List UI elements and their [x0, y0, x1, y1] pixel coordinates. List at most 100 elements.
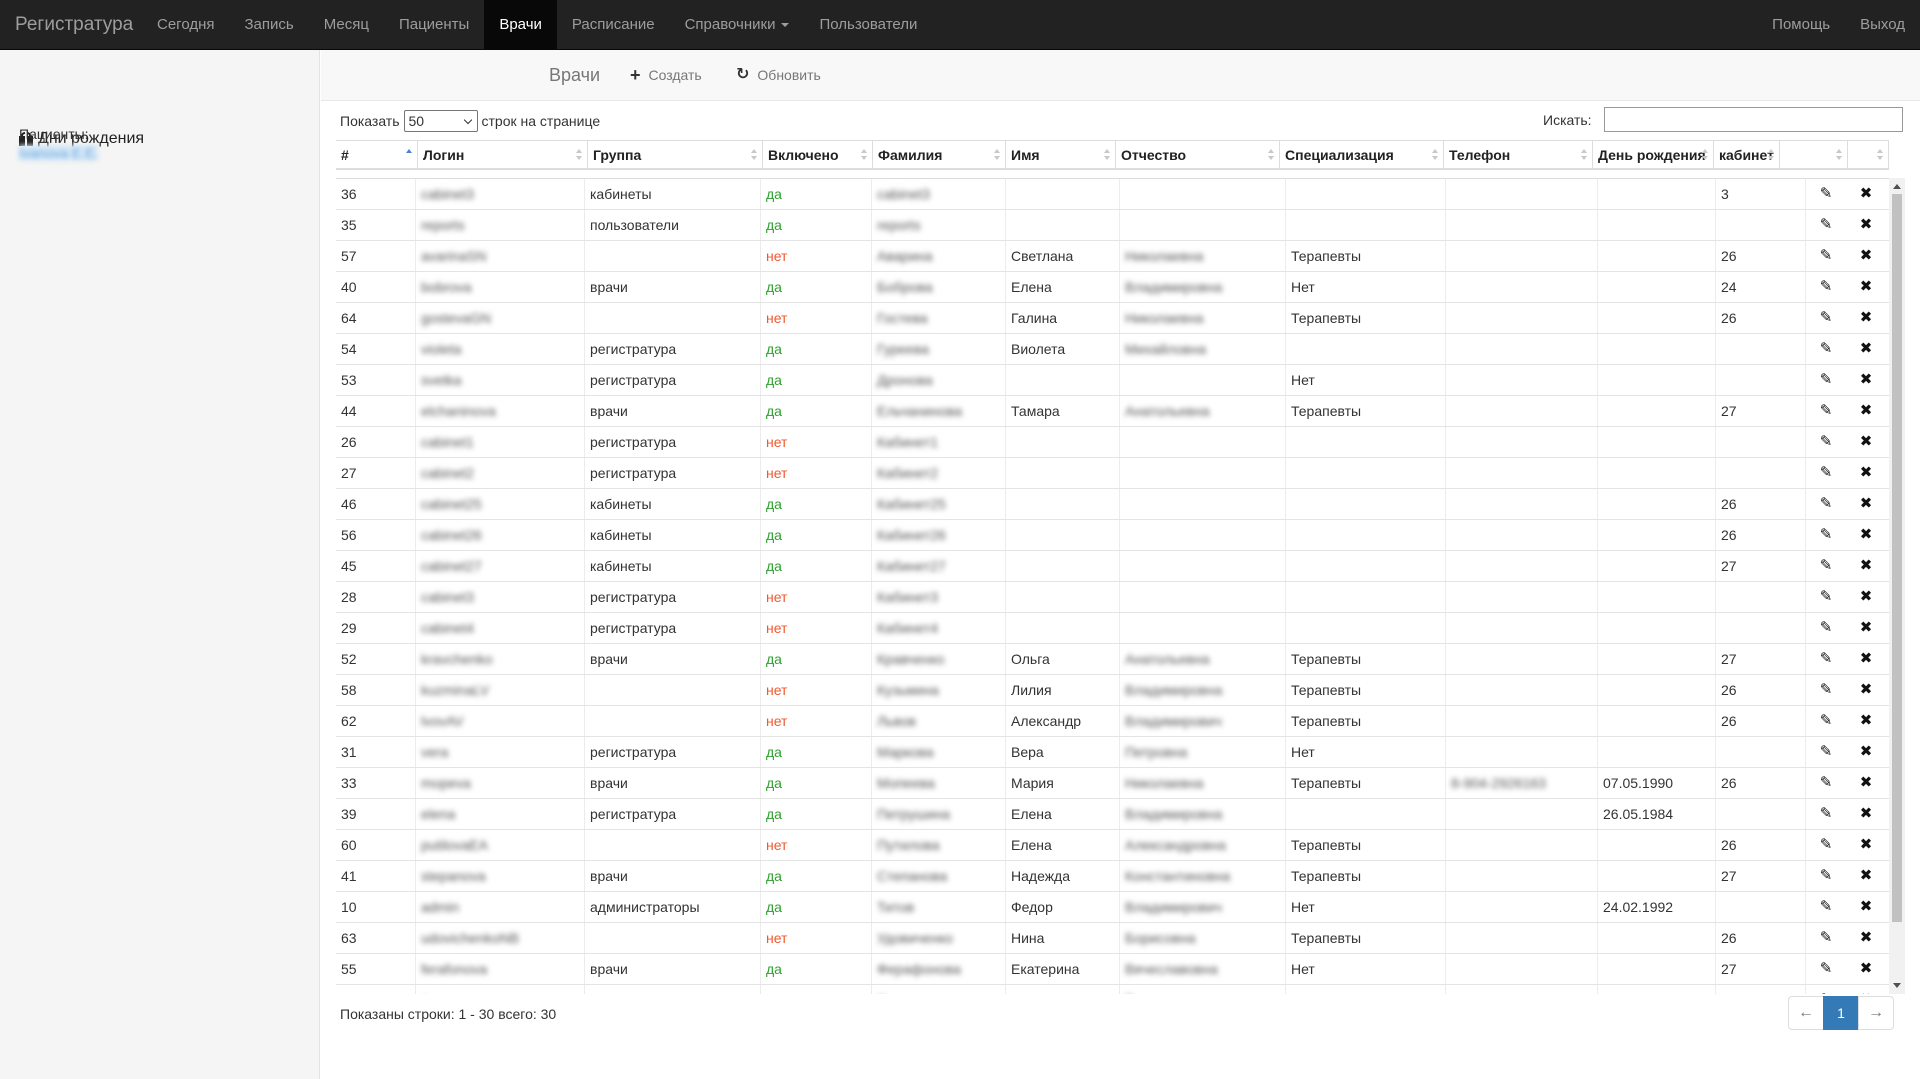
pencil-icon[interactable]: ✎ [1806, 892, 1846, 922]
nav-patients[interactable]: Пациенты [384, 0, 484, 50]
pencil-icon[interactable]: ✎ [1806, 768, 1846, 798]
page-1-button[interactable]: 1 [1823, 996, 1859, 1030]
page-size-select[interactable]: 50 [403, 110, 478, 132]
table-row[interactable]: 57 avarinaSN нет Аварина Светлана Николаевна Т… [336, 241, 1889, 272]
pencil-icon[interactable]: ✎ [1806, 396, 1846, 426]
th-3[interactable]: Группа [588, 141, 763, 169]
table-row[interactable]: 62 lvovAV нет Львов Александр Владимирович Тер… [336, 706, 1889, 737]
nav-logout[interactable]: Выход [1845, 0, 1920, 50]
scrollbar-thumb[interactable] [1892, 194, 1902, 922]
table-row[interactable]: 46 cabinet25 кабинеты да Кабинет25 26 ✎ ✖ [336, 489, 1889, 520]
remove-icon[interactable]: ✖ [1846, 272, 1886, 302]
table-row[interactable]: 29 cabinet4 регистратура нет Кабинет4 ✎ ✖ [336, 613, 1889, 644]
pencil-icon[interactable]: ✎ [1806, 489, 1846, 519]
remove-icon[interactable]: ✖ [1846, 458, 1886, 488]
pencil-icon[interactable]: ✎ [1806, 551, 1846, 581]
pencil-icon[interactable]: ✎ [1806, 427, 1846, 457]
pencil-icon[interactable]: ✎ [1806, 644, 1846, 674]
nav-appointment[interactable]: Запись [230, 0, 309, 50]
pencil-icon[interactable]: ✎ [1806, 861, 1846, 891]
next-page-button[interactable]: → [1858, 996, 1894, 1030]
table-row[interactable]: 55 ferafonova врачи да Ферафонова Екатерина Вя… [336, 954, 1889, 985]
prev-page-button[interactable]: ← [1788, 996, 1824, 1030]
remove-icon[interactable]: ✖ [1846, 892, 1886, 922]
remove-icon[interactable]: ✖ [1846, 582, 1886, 612]
pencil-icon[interactable]: ✎ [1806, 303, 1846, 333]
pencil-icon[interactable]: ✎ [1806, 458, 1846, 488]
pencil-icon[interactable]: ✎ [1806, 954, 1846, 984]
table-row[interactable]: 52 kravchenko врачи да Кравченко Ольга Анатоль… [336, 644, 1889, 675]
pencil-icon[interactable]: ✎ [1806, 985, 1846, 994]
remove-icon[interactable]: ✖ [1846, 985, 1886, 994]
table-row[interactable]: 53 svetka регистратура да Дронова Нет ✎ ✖ [336, 365, 1889, 396]
pencil-icon[interactable]: ✎ [1806, 272, 1846, 302]
table-row[interactable]: 33 mopeva врачи да Мопеева Мария Николаевна Тер… [336, 768, 1889, 799]
remove-icon[interactable]: ✖ [1846, 737, 1886, 767]
remove-icon[interactable]: ✖ [1846, 334, 1886, 364]
remove-icon[interactable]: ✖ [1846, 675, 1886, 705]
remove-icon[interactable]: ✖ [1846, 613, 1886, 643]
remove-icon[interactable]: ✖ [1846, 644, 1886, 674]
refresh-button[interactable]: ↻ Обновить [736, 67, 821, 84]
pencil-icon[interactable]: ✎ [1806, 241, 1846, 271]
pencil-icon[interactable]: ✎ [1806, 613, 1846, 643]
table-row[interactable]: 63 udovichenkoNB нет Удовиченко Нина Борисовн… [336, 923, 1889, 954]
pencil-icon[interactable]: ✎ [1806, 675, 1846, 705]
th-1[interactable]: # [336, 141, 418, 169]
nav-help[interactable]: Помощь [1757, 0, 1845, 50]
pencil-icon[interactable]: ✎ [1806, 520, 1846, 550]
nav-month[interactable]: Месяц [309, 0, 384, 50]
table-row[interactable]: 36 cabinet3 кабинеты да cabinet3 3 ✎ ✖ [336, 179, 1889, 210]
pencil-icon[interactable]: ✎ [1806, 365, 1846, 395]
remove-icon[interactable]: ✖ [1846, 427, 1886, 457]
remove-icon[interactable]: ✖ [1846, 830, 1886, 860]
nav-schedule[interactable]: Расписание [557, 0, 670, 50]
remove-icon[interactable]: ✖ [1846, 954, 1886, 984]
birthday-patient-link[interactable]: Ivanova E.E. [19, 145, 99, 161]
nav-today[interactable]: Сегодня [142, 0, 230, 50]
pencil-icon[interactable]: ✎ [1806, 706, 1846, 736]
th-12[interactable] [1780, 141, 1848, 169]
nav-doctors[interactable]: Врачи [484, 0, 557, 50]
table-row[interactable]: 28 cabinet3 регистратура нет Кабинет3 ✎ ✖ [336, 582, 1889, 613]
table-row[interactable]: 39 elena регистратура да Петрушина Елена Влади… [336, 799, 1889, 830]
table-row[interactable]: 27 cabinet2 регистратура нет Кабинет2 ✎ ✖ [336, 458, 1889, 489]
remove-icon[interactable]: ✖ [1846, 303, 1886, 333]
brand[interactable]: Регистратура [15, 0, 133, 50]
scroll-down-icon[interactable] [1893, 983, 1901, 988]
th-5[interactable]: Фамилия [873, 141, 1006, 169]
pencil-icon[interactable]: ✎ [1806, 179, 1846, 209]
remove-icon[interactable]: ✖ [1846, 799, 1886, 829]
th-9[interactable]: Телефон [1444, 141, 1593, 169]
th-8[interactable]: Специализация [1280, 141, 1444, 169]
pencil-icon[interactable]: ✎ [1806, 923, 1846, 953]
remove-icon[interactable]: ✖ [1846, 241, 1886, 271]
nav-users[interactable]: Пользователи [804, 0, 932, 50]
th-6[interactable]: Имя [1006, 141, 1116, 169]
create-button[interactable]: + Создать [630, 66, 702, 84]
th-11[interactable]: кабинет [1714, 141, 1780, 169]
th-7[interactable]: Отчество [1116, 141, 1280, 169]
pencil-icon[interactable]: ✎ [1806, 830, 1846, 860]
th-10[interactable]: День рождения [1593, 141, 1714, 169]
th-4[interactable]: Включено [763, 141, 873, 169]
table-row[interactable]: 45 cabinet27 кабинеты да Кабинет27 27 ✎ ✖ [336, 551, 1889, 582]
nav-references[interactable]: Справочники [670, 0, 805, 50]
remove-icon[interactable]: ✖ [1846, 210, 1886, 240]
pencil-icon[interactable]: ✎ [1806, 210, 1846, 240]
table-row[interactable]: 40 bobrova врачи да Боброва Елена Владимировна… [336, 272, 1889, 303]
table-row[interactable]: 35 reports пользователи да reports ✎ ✖ [336, 210, 1889, 241]
pencil-icon[interactable]: ✎ [1806, 334, 1846, 364]
scroll-up-icon[interactable] [1893, 184, 1901, 189]
remove-icon[interactable]: ✖ [1846, 489, 1886, 519]
th-2[interactable]: Логин [418, 141, 588, 169]
remove-icon[interactable]: ✖ [1846, 768, 1886, 798]
pencil-icon[interactable]: ✎ [1806, 582, 1846, 612]
table-row[interactable]: 58 kuzminaLV нет Кузьмина Лилия Владимировна Т… [336, 675, 1889, 706]
table-row[interactable]: 26 cabinet1 регистратура нет Кабинет1 ✎ ✖ [336, 427, 1889, 458]
remove-icon[interactable]: ✖ [1846, 706, 1886, 736]
pencil-icon[interactable]: ✎ [1806, 737, 1846, 767]
remove-icon[interactable]: ✖ [1846, 365, 1886, 395]
search-input[interactable] [1604, 107, 1903, 132]
table-row[interactable]: 44 elchaninova врачи да Ельчанинова Тамара Ана… [336, 396, 1889, 427]
